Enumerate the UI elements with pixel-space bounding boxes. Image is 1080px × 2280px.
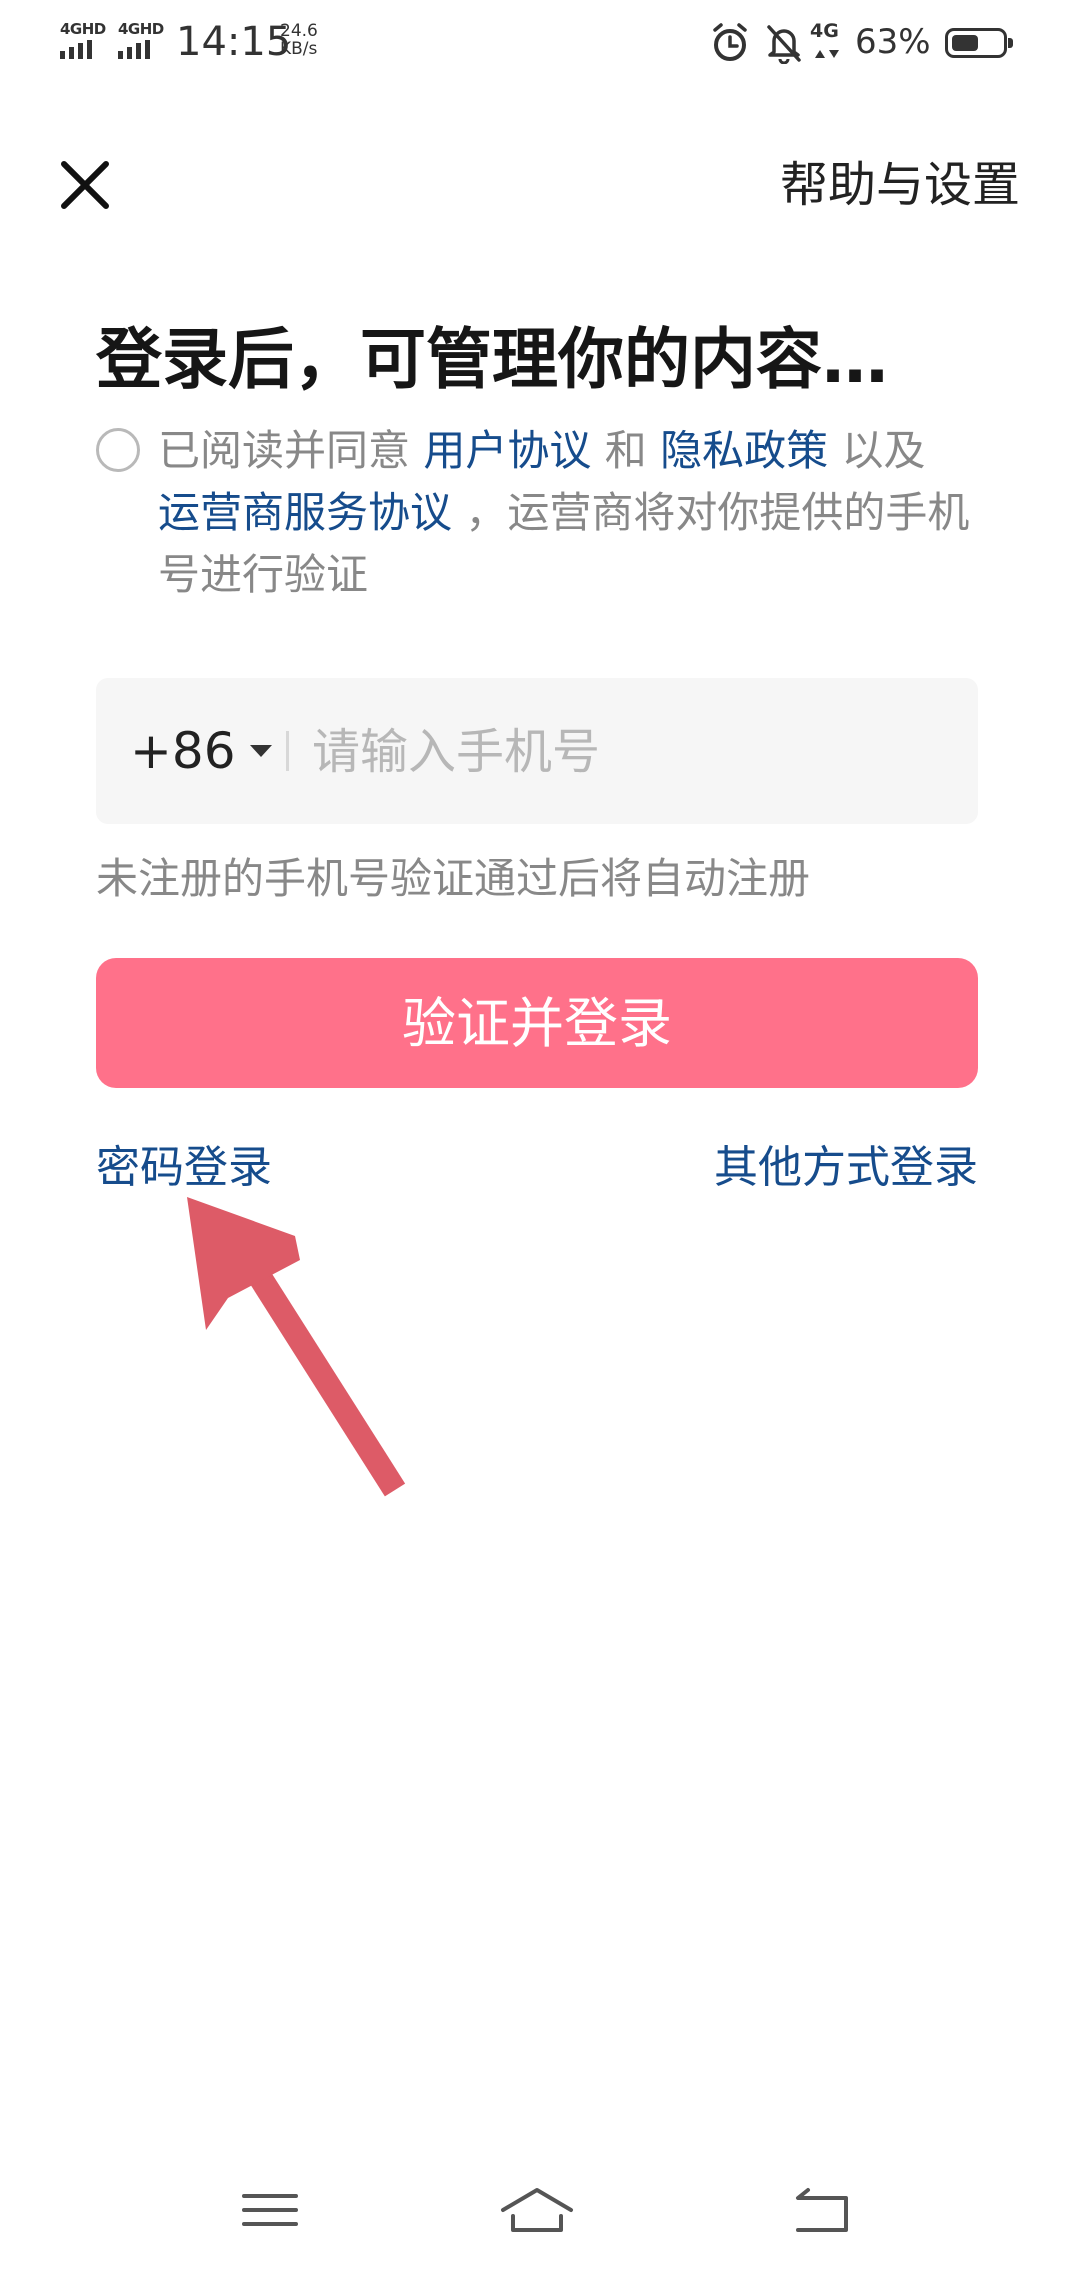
network-speed-unit: KB/s <box>280 39 318 59</box>
country-code-selector[interactable]: +86 <box>130 718 272 784</box>
battery-percent: 63% <box>855 22 931 62</box>
page-title: 登录后，可管理你的内容… <box>96 321 888 398</box>
auto-register-hint: 未注册的手机号验证通过后将自动注册 <box>96 854 811 903</box>
carrier-agreement-link[interactable]: 运营商服务协议 <box>158 488 452 537</box>
phone-number-input[interactable] <box>310 714 954 790</box>
caret-down-icon <box>249 745 272 757</box>
annotation-arrow-icon <box>187 1197 406 1497</box>
network-speed: 24.6 KB/s <box>280 22 318 58</box>
input-divider <box>286 731 289 771</box>
network-speed-value: 24.6 <box>280 21 318 41</box>
bell-off-icon <box>767 25 801 64</box>
data-network-label: 4G <box>810 20 839 42</box>
status-bar: 4GHD 4GHD 14:15 24.6 KB/s 4G 63% <box>0 0 1080 90</box>
agreement-prefix: 已阅读并同意 <box>158 426 424 475</box>
agreement-checkbox[interactable] <box>96 428 140 472</box>
close-button[interactable] <box>50 150 120 220</box>
verify-login-button[interactable]: 验证并登录 <box>96 958 978 1088</box>
agreement-text: 已阅读并同意 用户协议 和 隐私政策 以及 运营商服务协议 ，运营商将对你提供的手… <box>158 420 988 606</box>
battery-level-fill <box>952 35 978 51</box>
phone-input-box: +86 <box>96 678 978 824</box>
sim2-network-label: 4GHD <box>118 20 164 38</box>
close-icon <box>61 161 109 209</box>
other-login-link[interactable]: 其他方式登录 <box>714 1138 978 1198</box>
agreement-and: 和 <box>591 426 661 475</box>
alarm-icon <box>713 23 747 61</box>
country-code: +86 <box>130 722 236 780</box>
help-settings-link[interactable]: 帮助与设置 <box>780 155 1020 215</box>
agreement-as-well-as: 以及 <box>828 426 926 475</box>
back-icon[interactable] <box>782 2180 862 2240</box>
home-icon[interactable] <box>497 2180 577 2240</box>
menu-icon[interactable] <box>230 2180 310 2240</box>
status-time: 14:15 <box>176 19 292 65</box>
4g-data-icon: 4G <box>810 20 846 64</box>
privacy-policy-link[interactable]: 隐私政策 <box>660 426 828 475</box>
battery-icon <box>945 28 1013 58</box>
sim1-network-label: 4GHD <box>60 20 106 38</box>
user-agreement-link[interactable]: 用户协议 <box>423 426 591 475</box>
